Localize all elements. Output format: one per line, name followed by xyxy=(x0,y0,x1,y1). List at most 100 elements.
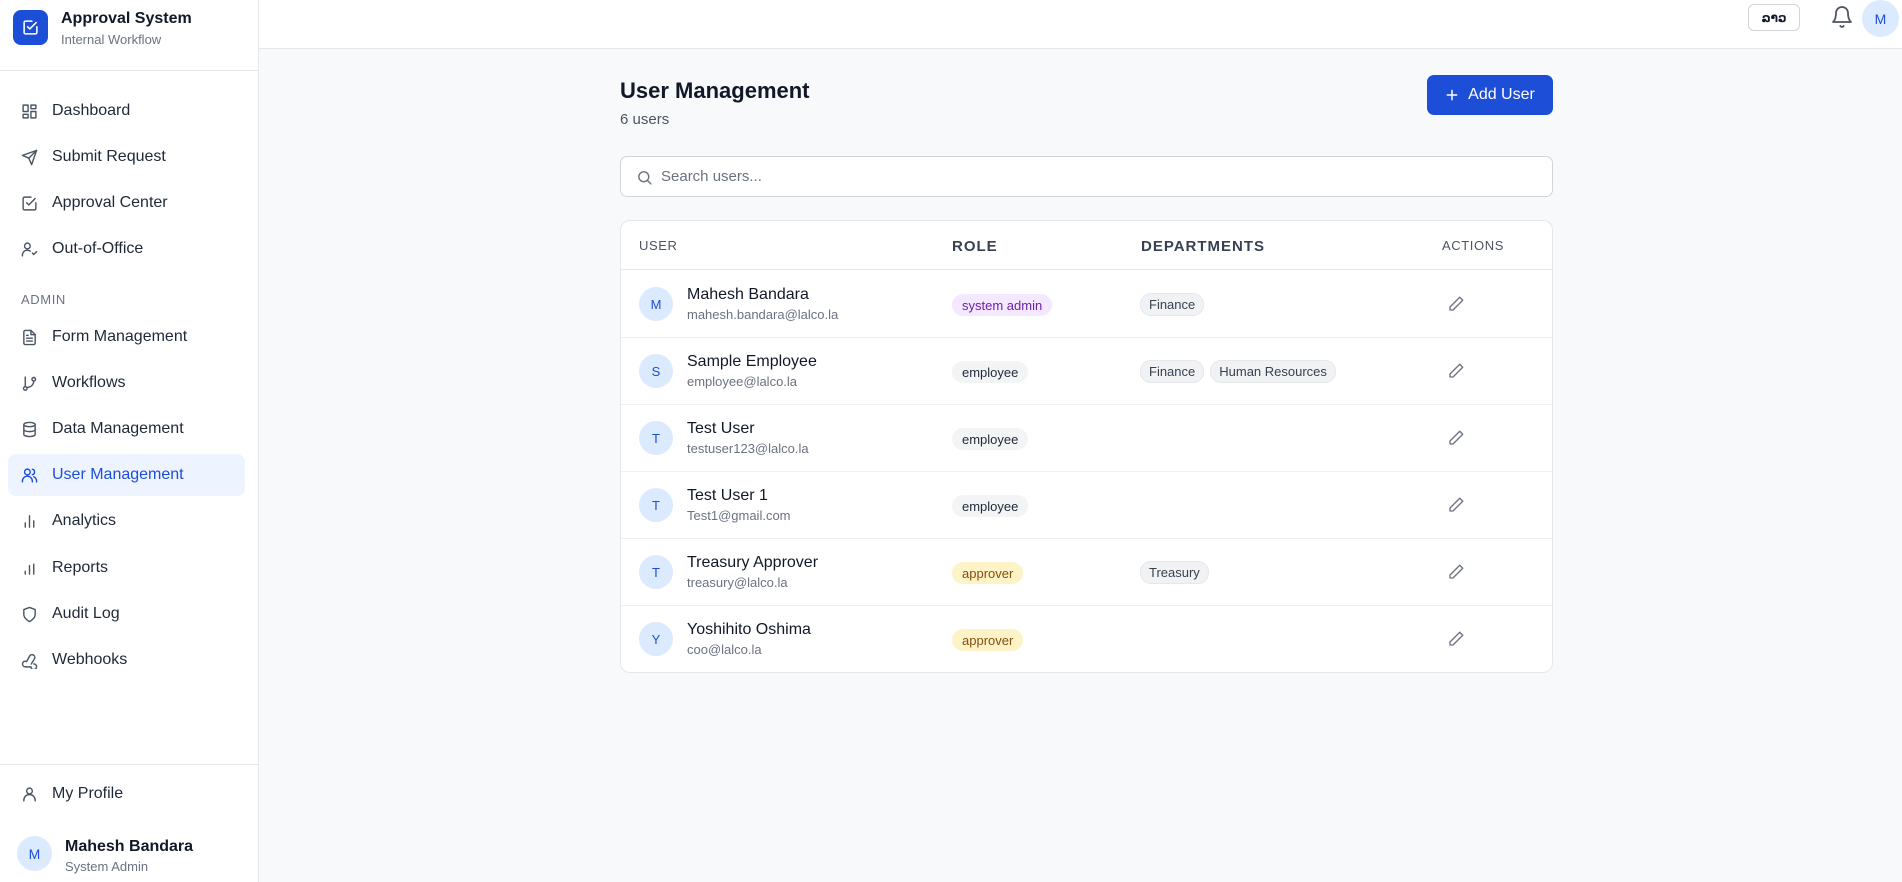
role-badge: employee xyxy=(952,495,1029,517)
sidebar-item-out-of-office[interactable]: Out-of-Office xyxy=(8,228,245,270)
role-badge: system admin xyxy=(952,294,1053,316)
plus-icon xyxy=(1446,89,1458,101)
sidebar-item-reports[interactable]: Reports xyxy=(8,547,245,589)
current-user-role: System Admin xyxy=(65,859,149,874)
brand-title: Approval System xyxy=(61,10,192,27)
role-badge: employee xyxy=(952,361,1029,383)
search-icon xyxy=(638,171,652,185)
sidebar-item-dashboard[interactable]: Dashboard xyxy=(8,90,245,132)
user-email: testuser123@lalco.la xyxy=(687,441,809,456)
table-row: Y Yoshihito Oshima coo@lalco.la approver xyxy=(621,606,1552,672)
brand: Approval System Internal Workflow xyxy=(0,0,258,71)
bar-chart-icon xyxy=(24,515,35,528)
user-email: Test1@gmail.com xyxy=(687,508,791,523)
sidebar-item-label: Out-of-Office xyxy=(52,240,144,257)
edit-icon[interactable] xyxy=(1447,429,1465,447)
table-row: S Sample Employee employee@lalco.la empl… xyxy=(621,338,1552,405)
user-name: Yoshihito Oshima xyxy=(687,621,811,638)
users-icon xyxy=(21,468,38,483)
topbar: ລາວ M xyxy=(259,0,1902,49)
sidebar-item-label: Submit Request xyxy=(52,148,166,165)
sidebar: Approval System Internal Workflow Dashbo… xyxy=(0,0,259,882)
table-row: T Test User 1 Test1@gmail.com employee xyxy=(621,472,1552,539)
department-badge: Finance xyxy=(1140,293,1205,316)
current-user-name: Mahesh Bandara xyxy=(65,838,194,855)
sidebar-item-workflows[interactable]: Workflows xyxy=(8,362,245,404)
brand-subtitle: Internal Workflow xyxy=(61,32,162,47)
sidebar-item-label: Workflows xyxy=(52,374,126,391)
user-email: mahesh.bandara@lalco.la xyxy=(687,307,839,322)
avatar: T xyxy=(639,488,673,522)
sidebar-item-analytics[interactable]: Analytics xyxy=(8,500,245,542)
sidebar-item-label: Audit Log xyxy=(52,605,120,622)
send-icon xyxy=(21,149,38,166)
users-table: USER ROLE DEPARTMENTS ACTIONS M Mahesh B… xyxy=(620,220,1553,673)
user-email: employee@lalco.la xyxy=(687,374,798,389)
sidebar-item-approval-center[interactable]: Approval Center xyxy=(8,182,245,224)
add-user-button[interactable]: Add User xyxy=(1427,75,1553,115)
sidebar-item-label: Dashboard xyxy=(52,102,131,119)
role-badge: approver xyxy=(952,562,1024,584)
department-badge: Finance xyxy=(1140,360,1205,383)
department-badge: Treasury xyxy=(1140,561,1209,584)
sidebar-item-label: Approval Center xyxy=(52,194,168,211)
sidebar-item-label: Reports xyxy=(52,559,109,576)
table-row: T Treasury Approver treasury@lalco.la ap… xyxy=(621,539,1552,606)
sidebar-item-data-management[interactable]: Data Management xyxy=(8,408,245,450)
add-user-label: Add User xyxy=(1468,86,1535,103)
table-header: USER ROLE DEPARTMENTS ACTIONS xyxy=(621,221,1552,270)
edit-icon[interactable] xyxy=(1447,496,1465,514)
user-away-icon xyxy=(21,242,38,257)
column-header-actions: ACTIONS xyxy=(1442,238,1504,253)
sidebar-item-label: My Profile xyxy=(52,785,124,802)
user-avatar[interactable]: M xyxy=(1862,0,1899,37)
user-name: Mahesh Bandara xyxy=(687,286,809,303)
sidebar-item-my-profile[interactable]: My Profile xyxy=(8,773,245,815)
search-input[interactable] xyxy=(661,157,1541,196)
sidebar-item-label: Analytics xyxy=(52,512,117,529)
bar-chart-icon xyxy=(24,563,35,575)
user-email: coo@lalco.la xyxy=(687,642,762,657)
bell-icon[interactable] xyxy=(1830,5,1854,29)
file-text-icon xyxy=(23,329,36,346)
user-icon xyxy=(23,787,36,802)
shield-icon xyxy=(23,606,36,623)
language-switch-button[interactable]: ລາວ xyxy=(1748,4,1800,31)
column-header-departments: DEPARTMENTS xyxy=(1141,238,1266,255)
check-square-icon xyxy=(22,196,37,211)
sidebar-footer: My Profile M Mahesh Bandara System Admin xyxy=(0,764,258,882)
column-header-user: USER xyxy=(639,238,678,253)
sidebar-item-form-management[interactable]: Form Management xyxy=(8,316,245,358)
department-list: Treasury xyxy=(1140,561,1209,584)
checklist-logo-icon xyxy=(13,10,48,45)
avatar: S xyxy=(639,354,673,388)
avatar: T xyxy=(639,555,673,589)
sidebar-item-audit-log[interactable]: Audit Log xyxy=(8,593,245,635)
edit-icon[interactable] xyxy=(1447,630,1465,648)
webhook-icon xyxy=(21,653,38,669)
avatar: Y xyxy=(639,622,673,656)
current-user-avatar: M xyxy=(17,836,52,871)
user-name: Test User 1 xyxy=(687,487,768,504)
role-badge: approver xyxy=(952,629,1024,651)
department-list: Finance Human Resources xyxy=(1140,360,1336,383)
user-name: Test User xyxy=(687,420,755,437)
user-count: 6 users xyxy=(620,111,670,128)
table-row: M Mahesh Bandara mahesh.bandara@lalco.la… xyxy=(621,271,1552,338)
dashboard-icon xyxy=(22,104,37,119)
edit-icon[interactable] xyxy=(1447,563,1465,581)
role-badge: employee xyxy=(952,428,1029,450)
sidebar-item-user-management[interactable]: User Management xyxy=(8,454,245,496)
search-box xyxy=(620,156,1553,197)
sidebar-item-submit-request[interactable]: Submit Request xyxy=(8,136,245,178)
user-name: Sample Employee xyxy=(687,353,817,370)
sidebar-item-label: User Management xyxy=(52,466,184,483)
sidebar-item-label: Webhooks xyxy=(52,651,128,668)
git-branch-icon xyxy=(22,376,37,391)
user-name: Treasury Approver xyxy=(687,554,819,571)
page-title: User Management xyxy=(620,78,810,103)
sidebar-item-webhooks[interactable]: Webhooks xyxy=(8,639,245,681)
edit-icon[interactable] xyxy=(1447,362,1465,380)
sidebar-item-label: Form Management xyxy=(52,328,188,345)
edit-icon[interactable] xyxy=(1447,295,1465,313)
